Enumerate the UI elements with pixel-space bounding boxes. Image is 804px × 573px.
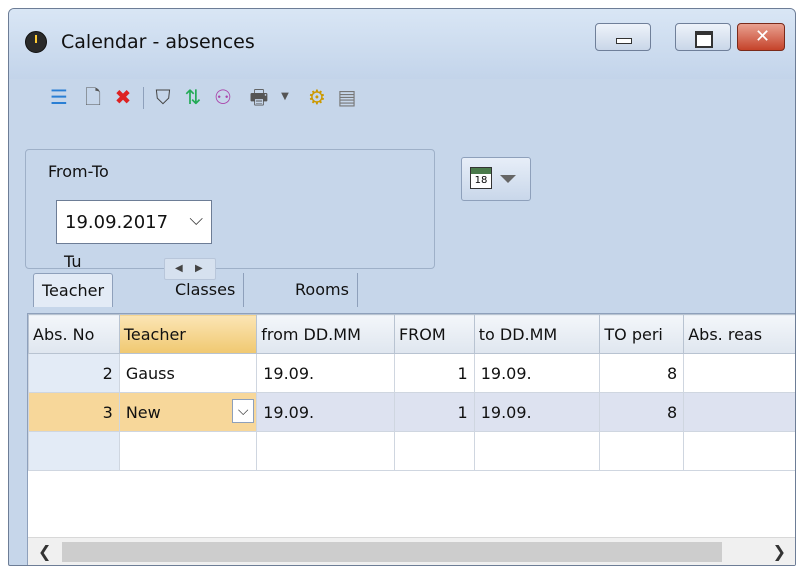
- table-row[interactable]: 3 New ⌵ 19.09. 1 19.09. 8: [28, 392, 795, 432]
- cell-to-date[interactable]: [473, 431, 601, 471]
- new-icon[interactable]: 🗋: [81, 83, 105, 111]
- col-header-abs-no[interactable]: Abs. No: [28, 314, 120, 354]
- close-button[interactable]: ✕: [737, 23, 785, 51]
- clock-app-icon: [25, 31, 47, 53]
- cell-abs-reason[interactable]: [683, 431, 795, 471]
- minimize-button[interactable]: [595, 23, 651, 51]
- cell-from-period[interactable]: 1: [393, 353, 475, 393]
- from-to-group: From-To 19.09.2017 ⌵ Tu ◀ ▶: [25, 149, 435, 280]
- teacher-value: New: [125, 402, 161, 422]
- tab-teacher[interactable]: Teacher (2): [33, 273, 114, 334]
- col-header-abs-reason[interactable]: Abs. reas: [683, 314, 795, 354]
- cell-abs-no[interactable]: [28, 431, 120, 471]
- cell-from-period[interactable]: 1: [393, 392, 475, 432]
- filter-icon[interactable]: ⛉: [151, 83, 175, 111]
- calendar-absences-window: Calendar - absences ✕ ☰ 🗋 ✖ ⛉ ⇅ ⚇ 🖶 ▼ ⚙ …: [8, 8, 796, 566]
- window-title: Calendar - absences: [61, 31, 255, 53]
- cell-teacher[interactable]: [118, 431, 258, 471]
- sort-icon[interactable]: ⇅: [181, 83, 205, 111]
- cell-abs-no[interactable]: 3: [28, 392, 120, 432]
- cell-from-period[interactable]: [393, 431, 475, 471]
- cell-to-period[interactable]: 8: [599, 392, 685, 432]
- horizontal-scrollbar[interactable]: ❮ ❯: [28, 537, 795, 565]
- table-row[interactable]: [28, 431, 795, 471]
- scroll-right-icon[interactable]: ❯: [773, 542, 786, 561]
- col-header-to-date[interactable]: to DD.MM: [473, 314, 601, 354]
- maximize-icon: [695, 31, 713, 48]
- main-content: From-To 19.09.2017 ⌵ Tu ◀ ▶ 18 Teacher (…: [19, 121, 795, 565]
- calendar-icon: 18: [470, 167, 492, 189]
- close-icon: ✕: [755, 26, 771, 47]
- absences-grid: Abs. No Teacher from DD.MM FROM to DD.MM…: [27, 313, 795, 565]
- toolbar: ☰ 🗋 ✖ ⛉ ⇅ ⚇ 🖶 ▼ ⚙ ▤: [47, 83, 787, 113]
- cell-to-period[interactable]: 8: [599, 353, 685, 393]
- cell-from-date[interactable]: [256, 431, 395, 471]
- minimize-icon: [616, 38, 632, 44]
- tab-classes[interactable]: Classes (0): [167, 273, 245, 333]
- col-header-from-date[interactable]: from DD.MM: [256, 314, 395, 354]
- settings-icon[interactable]: ⚙: [305, 83, 329, 111]
- date-picker[interactable]: 19.09.2017 ⌵: [56, 200, 212, 244]
- tab-rooms[interactable]: Rooms (0): [287, 273, 358, 333]
- cell-to-date[interactable]: 19.09.: [473, 353, 601, 393]
- cell-teacher[interactable]: Gauss: [118, 353, 258, 393]
- table-row[interactable]: 2 Gauss 19.09. 1 19.09. 8: [28, 353, 795, 393]
- cell-from-date[interactable]: 19.09.: [256, 392, 395, 432]
- chevron-down-icon[interactable]: ⌵: [232, 399, 255, 423]
- clipboard-icon[interactable]: ▤: [335, 83, 359, 111]
- weekday-label: Tu: [64, 252, 82, 271]
- print-icon[interactable]: 🖶: [247, 83, 271, 111]
- cell-abs-reason[interactable]: [683, 392, 795, 432]
- toolbar-separator: [143, 87, 144, 109]
- cell-to-date[interactable]: 19.09.: [473, 392, 601, 432]
- assign-icon[interactable]: ⚇: [211, 83, 235, 111]
- col-header-from-period[interactable]: FROM: [393, 314, 475, 354]
- date-value: 19.09.2017: [65, 212, 169, 233]
- delete-icon[interactable]: ✖: [111, 83, 135, 111]
- col-header-teacher[interactable]: Teacher: [118, 314, 258, 354]
- print-dropdown-icon[interactable]: ▼: [273, 83, 297, 111]
- cell-from-date[interactable]: 19.09.: [256, 353, 395, 393]
- absences-table: Abs. No Teacher from DD.MM FROM to DD.MM…: [28, 314, 795, 471]
- chevron-down-icon: [500, 175, 516, 183]
- cell-abs-reason[interactable]: [683, 353, 795, 393]
- list-icon[interactable]: ☰: [47, 83, 71, 111]
- title-bar[interactable]: Calendar - absences ✕ ☰ 🗋 ✖ ⛉ ⇅ ⚇ 🖶 ▼ ⚙ …: [9, 9, 795, 109]
- maximize-button[interactable]: [675, 23, 731, 51]
- cell-abs-no[interactable]: 2: [28, 353, 120, 393]
- cell-teacher-editor[interactable]: New ⌵: [118, 392, 258, 432]
- col-header-to-period[interactable]: TO peri: [599, 314, 685, 354]
- calendar-dropdown-button[interactable]: 18: [461, 157, 531, 201]
- scroll-left-icon[interactable]: ❮: [38, 542, 51, 561]
- cell-to-period[interactable]: [599, 431, 685, 471]
- chevron-down-icon[interactable]: ⌵: [189, 209, 203, 230]
- scrollbar-thumb[interactable]: [62, 542, 722, 562]
- header-row: Abs. No Teacher from DD.MM FROM to DD.MM…: [28, 314, 795, 354]
- from-to-label: From-To: [44, 162, 113, 181]
